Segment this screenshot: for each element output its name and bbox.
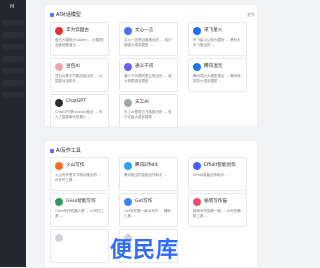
tool-card[interactable]: ChatGPT ChatGPT是OpenAI推出 ... 的人工智能聊天机器人 … bbox=[50, 94, 109, 128]
card-title: 腾讯Effidit bbox=[135, 163, 158, 168]
tool-card[interactable]: Get写作 Get写作是一款AI写作 ... 辅助工具 ... bbox=[119, 193, 178, 227]
wenxin-logo-icon bbox=[124, 27, 132, 35]
sidebar-logo: M bbox=[10, 4, 15, 10]
card-title: 通义千问 bbox=[135, 64, 154, 69]
tool-card[interactable]: 火山写作 火山写作是字节跳动推出的 ... AI写作工具 ... bbox=[50, 157, 109, 191]
tool-card[interactable]: 秘塔写作猫 秘塔写作猫是一款 ... AI写作辅助工具 ... bbox=[188, 193, 247, 227]
site-watermark: 便民库 bbox=[110, 238, 180, 263]
sidebar-item[interactable] bbox=[2, 68, 24, 74]
card-title: ChatGPT bbox=[66, 99, 86, 104]
card-desc: 秘塔写作猫是一款 ... AI写作辅助工具 ... bbox=[193, 209, 241, 218]
tool-card[interactable]: 腾讯混元 腾讯混元大模型是由 ... 腾讯研发的大语言模型 ... bbox=[188, 58, 247, 92]
ai-models-panel: AI对话模型 更多 华为云盘古 盘古大模型(Huawei ... 大模型/全面地… bbox=[44, 4, 258, 128]
ai-models-title: AI对话模型 bbox=[50, 11, 81, 18]
huoshan-logo-icon bbox=[55, 162, 63, 170]
tool-card[interactable]: 天工AI 天工AI是昆仑万维推出的 ... 双千亿级大语言模型 ... bbox=[119, 94, 178, 128]
card-desc: 火山写作是字节跳动推出的 ... AI写作工具 ... bbox=[55, 173, 102, 182]
huawei-logo-icon bbox=[55, 27, 63, 35]
card-desc: 豆包AI是字节跳动推出的 ... AI智能对话助手 ... bbox=[55, 74, 103, 83]
section-icon bbox=[50, 148, 54, 153]
doubao-logo-icon bbox=[55, 63, 63, 71]
card-desc: Effidit智能创作助手 ... bbox=[193, 173, 229, 177]
sidebar-item[interactable] bbox=[2, 32, 24, 38]
tool-card[interactable]: 通义千问 通义千问是阿里云推出的 ... 超大规模语言模型 ... bbox=[119, 58, 178, 92]
card-title: 华为云盘古 bbox=[66, 28, 89, 33]
card-desc: 腾讯推出的智能创作助手 ... bbox=[124, 173, 167, 177]
card-title: 豆包AI bbox=[66, 64, 80, 69]
card-title: 腾讯混元 bbox=[204, 64, 223, 69]
card-title: 火山写作 bbox=[66, 163, 85, 168]
card-title: 文心一言 bbox=[135, 28, 154, 33]
card-desc: 腾讯混元大模型是由 ... 腾讯研发的大语言模型 ... bbox=[193, 74, 241, 83]
chatgpt-logo-icon bbox=[55, 99, 63, 107]
tool-card[interactable] bbox=[50, 229, 109, 263]
card-title: Giiso智能写作 bbox=[66, 199, 96, 204]
mita-logo-icon bbox=[193, 198, 201, 206]
ai-writing-title: AI写作工具 bbox=[50, 147, 81, 154]
effidit-logo-icon bbox=[124, 162, 132, 170]
tool-card[interactable]: 腾讯Effidit 腾讯推出的智能创作助手 ... bbox=[119, 157, 178, 191]
section-icon bbox=[50, 12, 54, 17]
card-title: 讯飞星火 bbox=[204, 28, 223, 33]
card-desc: 盘古大模型(Huawei ... 大模型/全面地覆盖大 ... bbox=[55, 38, 105, 47]
card-title: Get写作 bbox=[135, 199, 153, 204]
more-link[interactable]: 更多 bbox=[247, 12, 255, 18]
hunyuan-logo-icon bbox=[193, 63, 201, 71]
card-title: 天工AI bbox=[135, 100, 149, 105]
sidebar-item[interactable] bbox=[2, 44, 24, 50]
sidebar-item[interactable] bbox=[2, 92, 24, 98]
effidit-assistant-logo-icon bbox=[193, 162, 201, 170]
xinghuo-logo-icon bbox=[193, 27, 201, 35]
tiangong-logo-icon bbox=[124, 99, 132, 107]
sidebar-item[interactable] bbox=[2, 80, 24, 86]
card-desc: 讯飞星火认知大模型 ... 是科大讯飞推出的 ... bbox=[193, 38, 241, 47]
sidebar-item[interactable] bbox=[2, 56, 24, 62]
tongyi-logo-icon bbox=[124, 63, 132, 71]
card-desc: 文心一言是百度推出的 ... 知识增强大语言模型 ... bbox=[124, 38, 172, 47]
tool-card[interactable]: 讯飞星火 讯飞星火认知大模型 ... 是科大讯飞推出的 ... bbox=[188, 22, 247, 56]
card-desc: 天工AI是昆仑万维推出的 ... 双千亿级大语言模型 ... bbox=[124, 110, 172, 119]
tool-card[interactable]: Effidit智能创作 Effidit智能创作助手 ... bbox=[188, 157, 247, 191]
tool-logo-icon bbox=[55, 234, 63, 242]
get-writing-logo-icon bbox=[124, 198, 132, 206]
giiso-logo-icon bbox=[55, 198, 63, 206]
card-desc: 通义千问是阿里云推出的 ... 超大规模语言模型 ... bbox=[124, 74, 172, 83]
sidebar-item[interactable] bbox=[2, 20, 24, 26]
tool-card[interactable]: Giiso智能写作 Giiso写作机器人是 ... AI写作工具 ... bbox=[50, 193, 109, 227]
tool-card[interactable]: 华为云盘古 盘古大模型(Huawei ... 大模型/全面地覆盖大 ... bbox=[50, 22, 109, 56]
card-desc: ChatGPT是OpenAI推出 ... 的人工智能聊天机器人 ... bbox=[55, 110, 103, 119]
tool-card[interactable]: 文心一言 文心一言是百度推出的 ... 知识增强大语言模型 ... bbox=[119, 22, 178, 56]
card-title: 秘塔写作猫 bbox=[204, 199, 227, 204]
card-desc: Giiso写作机器人是 ... AI写作工具 ... bbox=[55, 209, 105, 218]
card-title: Effidit智能创作 bbox=[204, 163, 236, 168]
card-desc: Get写作是一款AI写作 ... 辅助工具 ... bbox=[124, 209, 171, 218]
sidebar: M bbox=[0, 0, 26, 267]
tool-card[interactable]: 豆包AI 豆包AI是字节跳动推出的 ... AI智能对话助手 ... bbox=[50, 58, 109, 92]
